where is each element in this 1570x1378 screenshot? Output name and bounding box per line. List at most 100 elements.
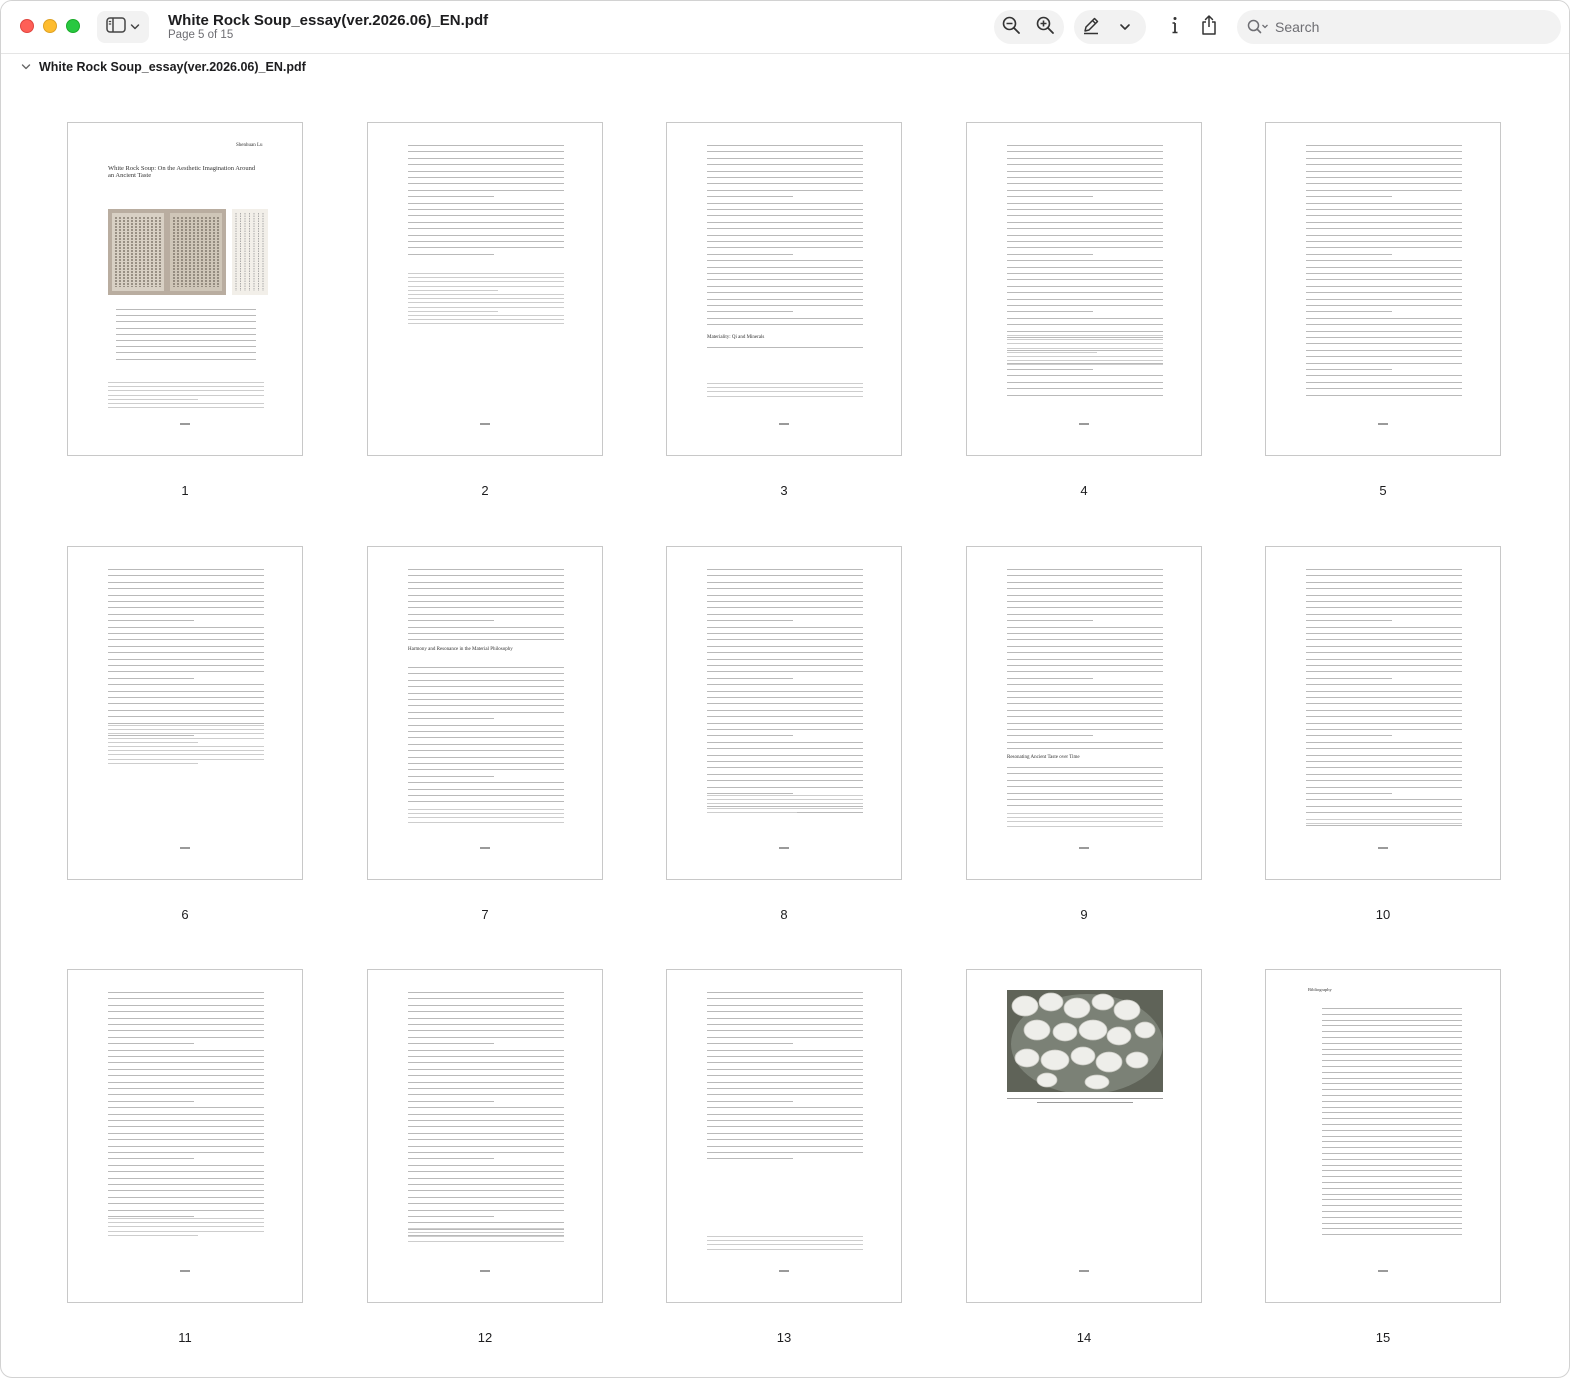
footnote-line bbox=[707, 1244, 863, 1246]
footnote-line bbox=[108, 1230, 264, 1232]
share-button[interactable] bbox=[1192, 10, 1226, 44]
text-line bbox=[116, 321, 256, 323]
page-thumbnail[interactable] bbox=[1265, 122, 1501, 456]
document-breadcrumb[interactable]: White Rock Soup_essay(ver.2026.06)_EN.pd… bbox=[21, 58, 306, 76]
text-line bbox=[1306, 665, 1462, 666]
page-number-label[interactable]: 12 bbox=[367, 1330, 603, 1345]
text-line bbox=[408, 202, 564, 204]
close-window-button[interactable] bbox=[20, 19, 34, 33]
page-number-mark bbox=[1079, 1270, 1089, 1272]
markup-button[interactable] bbox=[1074, 10, 1108, 44]
text-line bbox=[707, 1056, 863, 1057]
text-line bbox=[108, 709, 264, 711]
text-line bbox=[408, 1132, 564, 1134]
search-field[interactable]: Search bbox=[1237, 10, 1561, 44]
page-number-label[interactable]: 13 bbox=[666, 1330, 902, 1345]
text-line bbox=[108, 1043, 194, 1045]
text-line bbox=[1306, 588, 1462, 590]
page-thumbnail[interactable]: Bibliography bbox=[1265, 969, 1501, 1303]
text-line bbox=[1306, 671, 1462, 673]
page-number-label[interactable]: 2 bbox=[367, 483, 603, 498]
text-line bbox=[707, 716, 863, 718]
zoom-window-button[interactable] bbox=[66, 19, 80, 33]
text-line bbox=[1306, 677, 1392, 679]
page-number-label[interactable]: 5 bbox=[1265, 483, 1501, 498]
page-thumbnail[interactable] bbox=[367, 969, 603, 1303]
text-line bbox=[1306, 703, 1462, 705]
text-line bbox=[707, 658, 863, 660]
footnote-line bbox=[108, 1226, 264, 1228]
info-button[interactable] bbox=[1158, 10, 1192, 44]
text-line bbox=[408, 718, 494, 720]
text-line bbox=[108, 658, 264, 660]
zoom-out-button[interactable] bbox=[994, 10, 1028, 44]
text-line bbox=[108, 1068, 264, 1070]
text-line bbox=[707, 209, 863, 210]
text-line bbox=[1322, 1124, 1462, 1125]
page-thumbnail[interactable]: Harmony and Resonance in the Material Ph… bbox=[367, 546, 603, 880]
page-thumbnail[interactable] bbox=[67, 546, 303, 880]
text-line bbox=[408, 588, 564, 590]
text-line bbox=[707, 1024, 863, 1025]
text-line bbox=[1306, 317, 1462, 319]
page-number-mark bbox=[180, 1270, 190, 1272]
text-line bbox=[707, 992, 863, 993]
title-bar: White Rock Soup_essay(ver.2026.06)_EN.pd… bbox=[1, 1, 1569, 54]
text-line bbox=[408, 1120, 564, 1121]
document-title[interactable]: White Rock Soup_essay(ver.2026.06)_EN.pd… bbox=[168, 12, 488, 29]
text-line bbox=[1007, 260, 1163, 262]
text-line bbox=[108, 1177, 264, 1179]
text-line bbox=[108, 1094, 264, 1096]
page-number-label[interactable]: 4 bbox=[966, 483, 1202, 498]
zoom-in-button[interactable] bbox=[1028, 10, 1062, 44]
text-line bbox=[408, 164, 564, 166]
page-thumbnail[interactable] bbox=[966, 969, 1202, 1303]
text-line bbox=[1306, 292, 1462, 294]
page-thumbnail[interactable]: Shenhuan Lu White Rock Soup: On the Aesth… bbox=[67, 122, 303, 456]
page-number-label[interactable]: 15 bbox=[1265, 1330, 1501, 1345]
text-line bbox=[707, 1075, 863, 1077]
footnote-line bbox=[1306, 823, 1462, 825]
text-line bbox=[116, 333, 256, 335]
page-thumbnail[interactable] bbox=[67, 969, 303, 1303]
text-line bbox=[707, 729, 863, 730]
markup-menu-button[interactable] bbox=[1108, 10, 1142, 44]
page-number-label[interactable]: 9 bbox=[966, 907, 1202, 922]
text-line bbox=[108, 1107, 264, 1109]
page-number-label[interactable]: 6 bbox=[67, 907, 303, 922]
text-line bbox=[408, 801, 564, 803]
page-number-label[interactable]: 10 bbox=[1265, 907, 1501, 922]
caption-line bbox=[1037, 1102, 1133, 1103]
page-number-mark bbox=[180, 847, 190, 849]
text-line bbox=[1322, 1129, 1462, 1131]
page-thumbnail[interactable] bbox=[367, 122, 603, 456]
page-number-label[interactable]: 8 bbox=[666, 907, 902, 922]
text-line bbox=[1007, 209, 1163, 210]
page-number-label[interactable]: 11 bbox=[67, 1330, 303, 1345]
footnote-line bbox=[408, 1228, 564, 1229]
page-thumbnail[interactable] bbox=[666, 969, 902, 1303]
text-line bbox=[1306, 298, 1462, 300]
page-thumbnail[interactable] bbox=[666, 546, 902, 880]
page-number-label[interactable]: 14 bbox=[966, 1330, 1202, 1345]
page-number-mark bbox=[1378, 423, 1388, 425]
text-line bbox=[707, 709, 863, 711]
page-thumbnail[interactable]: Resonating Ancient Taste over Time bbox=[966, 546, 1202, 880]
text-line bbox=[707, 1094, 863, 1096]
text-line bbox=[116, 327, 256, 329]
text-line bbox=[408, 711, 564, 713]
page-thumbnail[interactable] bbox=[1265, 546, 1501, 880]
page-thumbnail[interactable]: Materiality: Qi and Minerals bbox=[666, 122, 902, 456]
sidebar-toggle-button[interactable] bbox=[97, 11, 149, 43]
text-line bbox=[707, 241, 863, 242]
page-number-label[interactable]: 1 bbox=[67, 483, 303, 498]
text-line bbox=[1306, 375, 1462, 377]
text-line bbox=[707, 266, 863, 268]
page-number-label[interactable]: 7 bbox=[367, 907, 603, 922]
text-line bbox=[1007, 626, 1163, 628]
minimize-window-button[interactable] bbox=[43, 19, 57, 33]
text-line bbox=[1007, 164, 1163, 166]
page-thumbnail[interactable] bbox=[966, 122, 1202, 456]
page-number-label[interactable]: 3 bbox=[666, 483, 902, 498]
text-line bbox=[707, 253, 793, 255]
